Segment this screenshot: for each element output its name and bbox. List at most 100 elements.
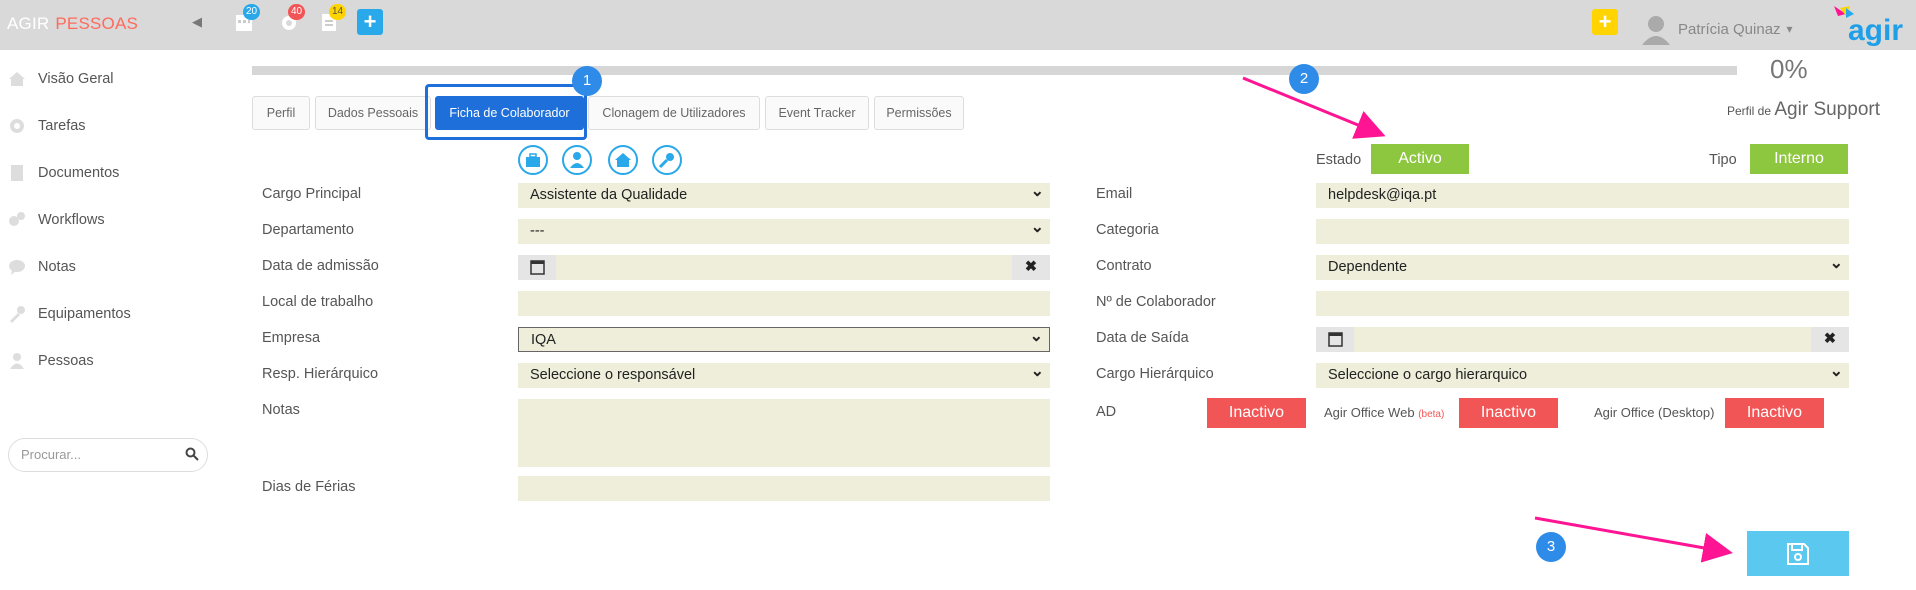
- search-input[interactable]: Procurar...: [8, 438, 208, 472]
- cargo-principal-select[interactable]: Assistente da Qualidade: [518, 179, 1050, 208]
- sidebar-item-equipamentos[interactable]: Equipamentos: [8, 305, 131, 323]
- docs-icon[interactable]: 14: [321, 4, 347, 37]
- calendar-icon[interactable]: [1316, 327, 1354, 352]
- clear-icon[interactable]: ✖: [1012, 255, 1050, 280]
- email-label: Email: [1096, 186, 1133, 202]
- contrato-select[interactable]: Dependente: [1316, 251, 1849, 280]
- ad-inactivo-button[interactable]: Inactivo: [1207, 398, 1306, 428]
- local-trabalho-label: Local de trabalho: [262, 294, 374, 310]
- calendar-badge: 20: [243, 4, 261, 20]
- sidebar-item-label: Documentos: [38, 165, 120, 181]
- avatar-icon: [1642, 16, 1670, 45]
- sidebar-item-label: Workflows: [38, 212, 105, 228]
- brand[interactable]: AGIR PESSOAS: [7, 14, 138, 34]
- annotation-marker-2: 2: [1289, 64, 1319, 94]
- data-admissao-field[interactable]: ✖: [518, 255, 1050, 280]
- local-trabalho-input[interactable]: [518, 291, 1050, 316]
- dias-ferias-input[interactable]: [518, 476, 1050, 501]
- tipo-interno-button[interactable]: Interno: [1750, 144, 1848, 174]
- logo-text: agir: [1848, 14, 1903, 46]
- profile-prefix: Perfil de: [1727, 104, 1772, 118]
- sidebar-item-notas[interactable]: Notas: [8, 258, 76, 276]
- tab-permissoes[interactable]: Permissões: [874, 96, 964, 130]
- calendar-icon[interactable]: 20: [235, 4, 261, 37]
- tipo-label: Tipo: [1709, 152, 1737, 168]
- person-icon: [10, 353, 24, 369]
- floppy-disk-icon: [1787, 543, 1809, 565]
- office-desktop-label: Agir Office (Desktop): [1594, 405, 1715, 420]
- cargo-principal-label: Cargo Principal: [262, 186, 362, 202]
- settings-icon[interactable]: 40: [280, 4, 306, 37]
- estado-label: Estado: [1316, 152, 1362, 168]
- gear-icon: [10, 119, 24, 133]
- key-icon[interactable]: [652, 145, 682, 175]
- docs-badge: 14: [329, 4, 347, 20]
- sidebar-item-documentos[interactable]: Documentos: [8, 164, 119, 182]
- sidebar-item-label: Tarefas: [38, 118, 86, 134]
- data-saida-label: Data de Saída: [1096, 330, 1189, 346]
- briefcase-icon[interactable]: [518, 145, 548, 175]
- tab-perfil[interactable]: Perfil: [252, 96, 310, 130]
- sidebar-item-label: Pessoas: [38, 353, 94, 369]
- sidebar-item-label: Equipamentos: [38, 306, 131, 322]
- categoria-label: Categoria: [1096, 222, 1159, 238]
- beta-tag: (beta): [1418, 409, 1445, 420]
- add-blue-button[interactable]: +: [357, 9, 383, 35]
- ad-label: AD: [1096, 404, 1117, 420]
- save-button[interactable]: [1747, 531, 1849, 576]
- email-input[interactable]: helpdesk@iqa.pt: [1316, 183, 1849, 208]
- data-saida-field[interactable]: ✖: [1316, 327, 1849, 352]
- categoria-input[interactable]: [1316, 219, 1849, 244]
- contrato-label: Contrato: [1096, 258, 1152, 274]
- sidebar-item-visao-geral[interactable]: Visão Geral: [8, 70, 114, 88]
- dias-ferias-label: Dias de Férias: [262, 479, 356, 495]
- user-menu[interactable]: Patrícia Quinaz ▾: [1640, 13, 1793, 45]
- annotation-marker-1: 1: [572, 66, 602, 96]
- home-icon: [9, 72, 25, 86]
- progress-percent: 0%: [1770, 54, 1808, 84]
- tab-dados-pessoais[interactable]: Dados Pessoais: [315, 96, 431, 130]
- departamento-label: Departamento: [262, 222, 354, 238]
- tab-highlight-frame: [425, 84, 587, 140]
- sidebar-item-label: Notas: [38, 259, 76, 275]
- n-colaborador-label: Nº de Colaborador: [1096, 294, 1216, 310]
- calendar-icon[interactable]: [518, 255, 556, 280]
- house-icon[interactable]: [608, 145, 638, 175]
- resp-hierarquico-label: Resp. Hierárquico: [262, 366, 379, 382]
- office-web-label-text: Agir Office Web: [1324, 405, 1415, 420]
- office-desktop-inactivo-button[interactable]: Inactivo: [1725, 398, 1824, 428]
- add-yellow-button[interactable]: +: [1592, 9, 1618, 35]
- profile-name: Agir Support: [1774, 99, 1880, 120]
- sidebar-item-workflows[interactable]: Workflows: [8, 211, 105, 229]
- brand-module: PESSOAS: [55, 14, 139, 33]
- estado-activo-button[interactable]: Activo: [1371, 144, 1469, 174]
- departamento-select[interactable]: ---: [518, 215, 1050, 244]
- sidebar-item-tarefas[interactable]: Tarefas: [8, 117, 86, 135]
- notas-textarea[interactable]: [518, 399, 1050, 467]
- collapse-sidebar-icon[interactable]: ◀: [192, 14, 202, 30]
- document-icon: [11, 165, 23, 181]
- notas-label: Notas: [262, 402, 300, 418]
- wrench-icon: [10, 306, 25, 323]
- annotation-marker-3: 3: [1536, 532, 1566, 562]
- settings-badge: 40: [288, 4, 306, 20]
- chevron-down-icon: ▾: [1786, 22, 1793, 36]
- search-icon: [185, 447, 199, 461]
- resp-hierarquico-select[interactable]: Seleccione o responsável: [518, 359, 1050, 388]
- office-web-inactivo-button[interactable]: Inactivo: [1459, 398, 1558, 428]
- sidebar-item-pessoas[interactable]: Pessoas: [8, 352, 94, 370]
- sidebar-item-label: Visão Geral: [38, 71, 114, 87]
- user-name: Patrícia Quinaz: [1678, 20, 1781, 38]
- n-colaborador-input[interactable]: [1316, 291, 1849, 316]
- tab-event-tracker[interactable]: Event Tracker: [765, 96, 869, 130]
- agir-logo: agir: [1832, 4, 1912, 51]
- data-admissao-label: Data de admissão: [262, 258, 379, 274]
- workflow-icon: [9, 212, 25, 226]
- user-tie-icon[interactable]: [562, 145, 592, 175]
- cargo-hierarquico-select[interactable]: Seleccione o cargo hierarquico: [1316, 359, 1849, 388]
- empresa-select[interactable]: IQA: [518, 324, 1050, 352]
- tab-clonagem-de-utilizadores[interactable]: Clonagem de Utilizadores: [588, 96, 760, 130]
- search-placeholder: Procurar...: [21, 447, 81, 462]
- profile-progress-bar: [252, 66, 1737, 75]
- clear-icon[interactable]: ✖: [1811, 327, 1849, 352]
